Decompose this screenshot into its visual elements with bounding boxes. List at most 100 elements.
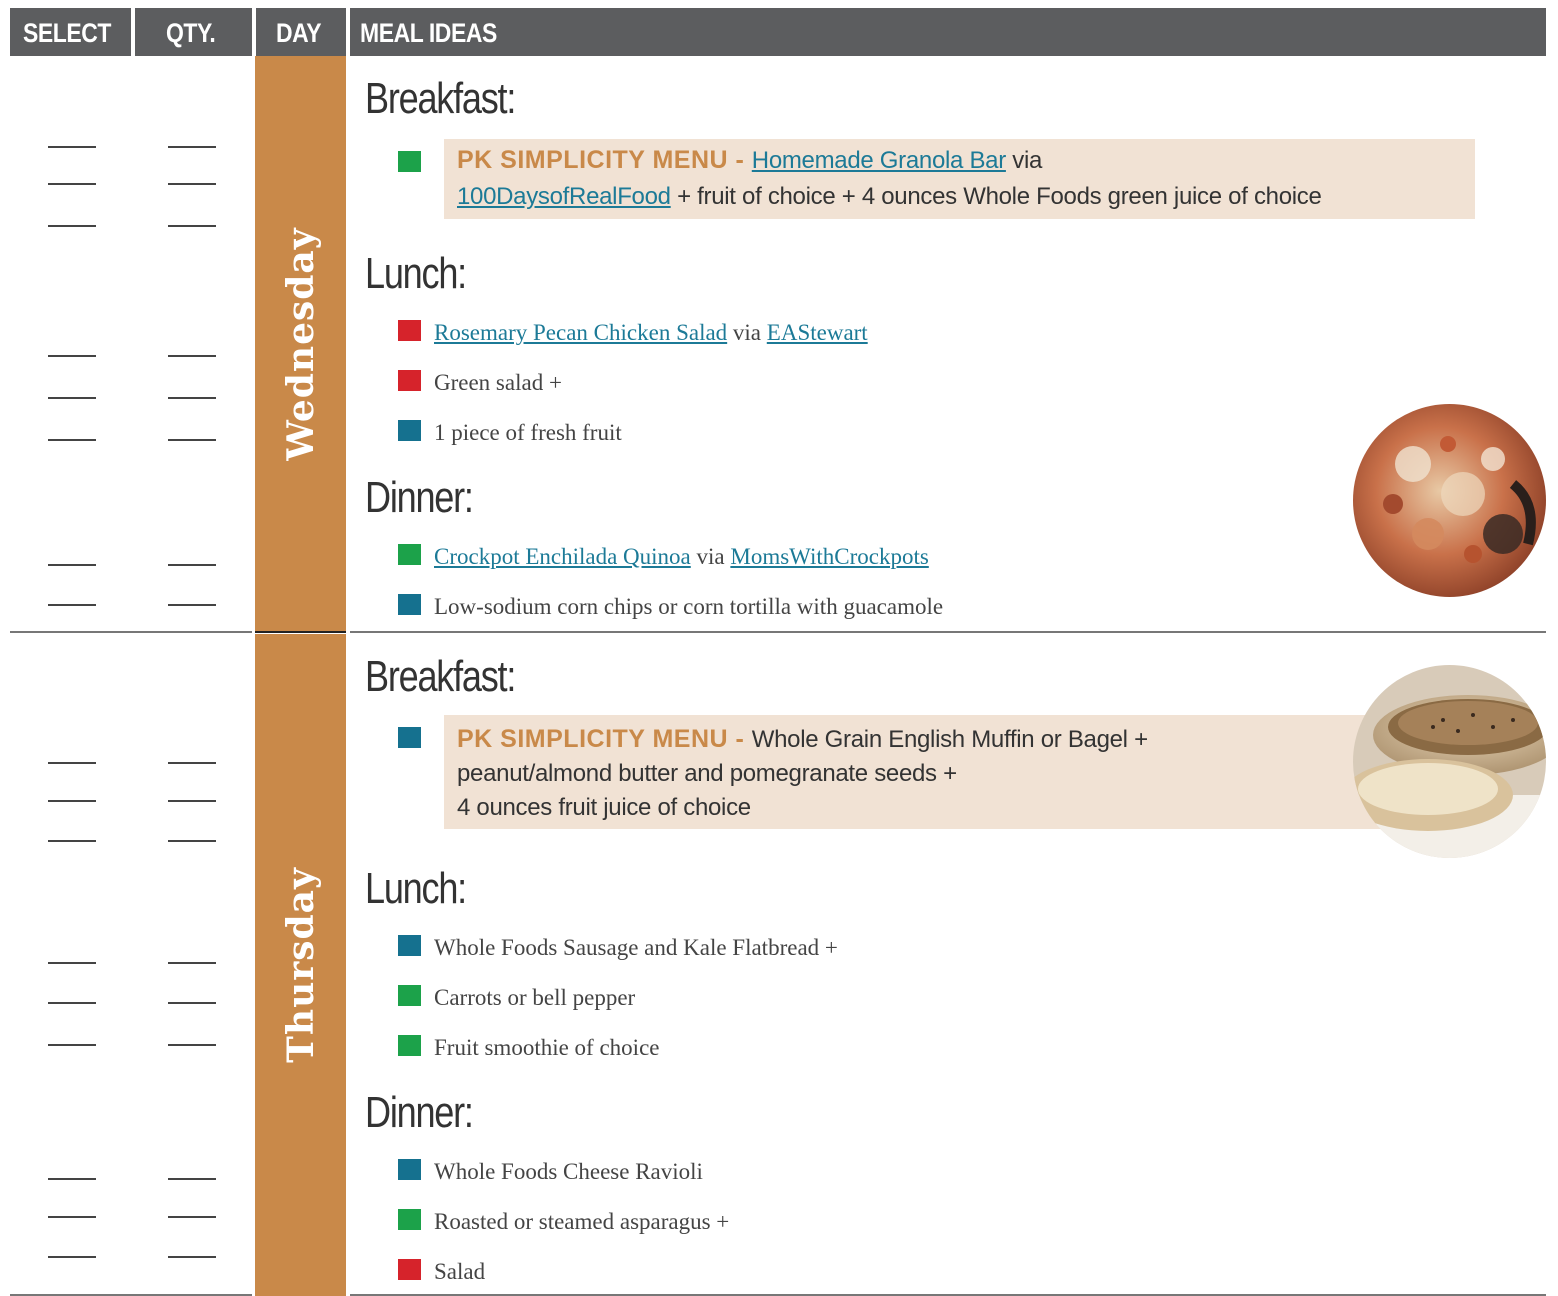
header-meal-ideas: MEAL IDEAS: [360, 18, 497, 48]
qty-blank[interactable]: [168, 1216, 216, 1218]
qty-blank[interactable]: [168, 397, 216, 399]
day-band-thursday: Thursday: [255, 634, 346, 1296]
qty-blank[interactable]: [168, 762, 216, 764]
qty-blank[interactable]: [168, 604, 216, 606]
header-divider: [346, 8, 350, 56]
select-blank[interactable]: [48, 564, 96, 566]
list-item: Rosemary Pecan Chicken Salad via EAStewa…: [434, 320, 868, 346]
meal-heading-lunch: Lunch:: [365, 864, 467, 913]
list-item: Fruit smoothie of choice: [434, 1035, 660, 1060]
pk-line: Whole Grain English Muffin or Bagel +: [751, 726, 1148, 753]
select-blank[interactable]: [48, 1002, 96, 1004]
category-marker: [398, 935, 421, 956]
list-item: Whole Foods Cheese Ravioli: [434, 1159, 703, 1184]
select-blank[interactable]: [48, 762, 96, 764]
row-divider: [350, 631, 1546, 633]
row-divider: [255, 631, 346, 633]
select-blank[interactable]: [48, 962, 96, 964]
meal-heading-breakfast: Breakfast:: [365, 652, 516, 701]
100days-link[interactable]: 100DaysofRealFood: [457, 183, 671, 210]
select-blank[interactable]: [48, 183, 96, 185]
select-blank[interactable]: [48, 1216, 96, 1218]
qty-blank[interactable]: [168, 1044, 216, 1046]
via-text: via: [1005, 147, 1043, 174]
list-item: Salad: [434, 1259, 486, 1284]
qty-blank[interactable]: [168, 225, 216, 227]
select-blank[interactable]: [48, 225, 96, 227]
pk-dash: -: [728, 146, 752, 174]
list-item: Whole Foods Sausage and Kale Flatbread +: [434, 935, 838, 960]
category-marker: [398, 727, 421, 748]
select-blank[interactable]: [48, 800, 96, 802]
enchilada-photo: [1353, 404, 1546, 597]
qty-blank[interactable]: [168, 1256, 216, 1258]
category-marker: [398, 1259, 421, 1280]
pk-menu-line: 100DaysofRealFood + fruit of choice + 4 …: [457, 183, 1322, 211]
qty-blank[interactable]: [168, 183, 216, 185]
pk-dash: -: [728, 725, 752, 753]
category-marker: [398, 320, 421, 341]
row-divider: [10, 631, 252, 633]
list-item: Green salad +: [434, 370, 562, 395]
bagel-photo: [1353, 665, 1546, 858]
pk-tag: PK SIMPLICITY MENU: [457, 725, 729, 753]
header-divider: [252, 8, 256, 56]
list-item: Crockpot Enchilada Quinoa via MomsWithCr…: [434, 544, 929, 570]
header-select: SELECT: [23, 18, 111, 48]
qty-blank[interactable]: [168, 800, 216, 802]
category-marker: [398, 594, 421, 615]
qty-blank[interactable]: [168, 355, 216, 357]
list-item: Roasted or steamed asparagus +: [434, 1209, 730, 1234]
select-blank[interactable]: [48, 146, 96, 148]
select-blank[interactable]: [48, 840, 96, 842]
list-item: Low-sodium corn chips or corn tortilla w…: [434, 594, 944, 619]
qty-blank[interactable]: [168, 1002, 216, 1004]
pk-menu-line: PK SIMPLICITY MENU - Whole Grain English…: [457, 725, 1148, 754]
select-blank[interactable]: [48, 439, 96, 441]
day-label: Thursday: [279, 867, 322, 1063]
meal-heading-breakfast: Breakfast:: [365, 74, 516, 123]
header-day: DAY: [276, 18, 322, 48]
select-blank[interactable]: [48, 1178, 96, 1180]
pk-line: 4 ounces fruit juice of choice: [457, 794, 751, 821]
category-marker: [398, 1209, 421, 1230]
category-marker: [398, 985, 421, 1006]
header-qty: QTY.: [166, 18, 216, 48]
qty-blank[interactable]: [168, 1178, 216, 1180]
pk-tag: PK SIMPLICITY MENU: [457, 146, 729, 174]
category-marker: [398, 370, 421, 391]
qty-blank[interactable]: [168, 840, 216, 842]
qty-blank[interactable]: [168, 439, 216, 441]
pk-menu-line: PK SIMPLICITY MENU - Homemade Granola Ba…: [457, 146, 1042, 175]
select-blank[interactable]: [48, 1256, 96, 1258]
momswithcrockpots-link[interactable]: MomsWithCrockpots: [730, 544, 928, 569]
enchilada-quinoa-link[interactable]: Crockpot Enchilada Quinoa: [434, 544, 691, 569]
chicken-salad-link[interactable]: Rosemary Pecan Chicken Salad: [434, 320, 727, 345]
category-marker: [398, 420, 421, 441]
pk-rest: + fruit of choice + 4 ounces Whole Foods…: [670, 183, 1322, 210]
category-marker: [398, 1159, 421, 1180]
header-divider: [131, 8, 135, 56]
row-divider: [350, 1294, 1546, 1296]
qty-blank[interactable]: [168, 962, 216, 964]
category-marker: [398, 151, 421, 172]
eastewart-link[interactable]: EAStewart: [767, 320, 868, 345]
list-item: Carrots or bell pepper: [434, 985, 636, 1010]
granola-bar-link[interactable]: Homemade Granola Bar: [752, 147, 1006, 174]
qty-blank[interactable]: [168, 146, 216, 148]
select-blank[interactable]: [48, 397, 96, 399]
meal-heading-dinner: Dinner:: [365, 473, 474, 522]
qty-blank[interactable]: [168, 564, 216, 566]
table-header: SELECT QTY. DAY MEAL IDEAS: [10, 8, 1546, 56]
select-blank[interactable]: [48, 604, 96, 606]
via-text: via: [690, 544, 731, 569]
category-marker: [398, 544, 421, 565]
meal-heading-lunch: Lunch:: [365, 249, 467, 298]
day-band-wednesday: Wednesday: [255, 56, 346, 631]
row-divider: [10, 1294, 252, 1296]
select-blank[interactable]: [48, 1044, 96, 1046]
day-label: Wednesday: [279, 226, 322, 461]
select-blank[interactable]: [48, 355, 96, 357]
via-text: via: [727, 320, 767, 345]
meal-heading-dinner: Dinner:: [365, 1088, 474, 1137]
